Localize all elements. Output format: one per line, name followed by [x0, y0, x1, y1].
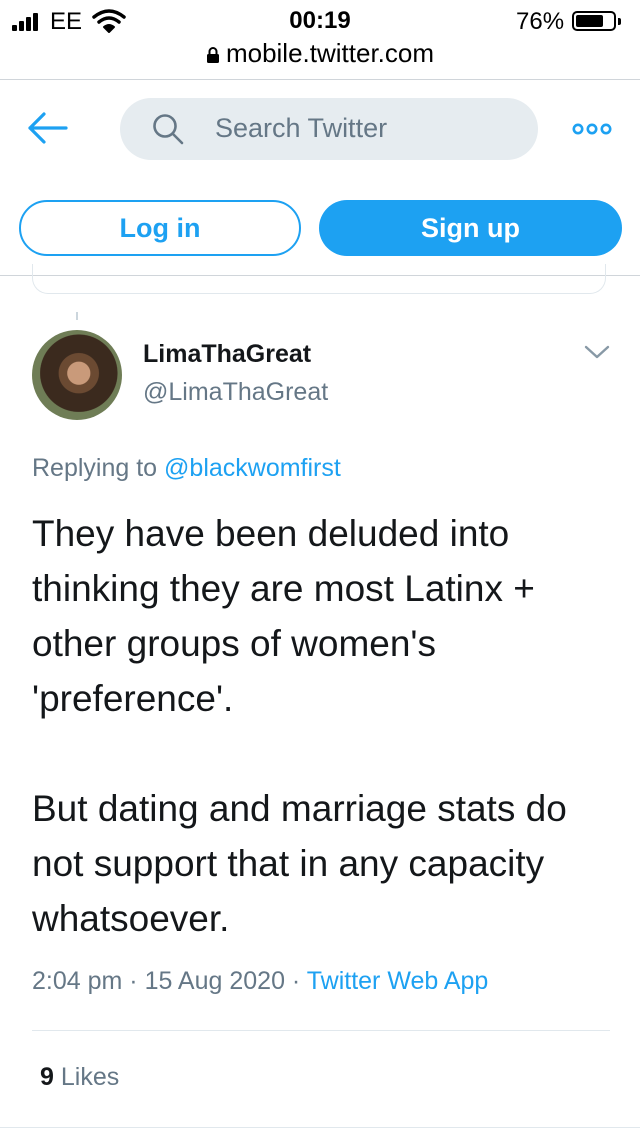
replying-to: Replying to @blackwomfirst	[32, 454, 341, 483]
status-bar: EE 00:19 76%	[0, 0, 640, 40]
bottom-divider	[0, 1127, 640, 1128]
battery-percent: 76%	[516, 8, 565, 35]
arrow-left-icon[interactable]	[26, 110, 70, 146]
likes-number: 9	[40, 1063, 54, 1091]
meta-divider	[32, 1030, 610, 1031]
likes-label: Likes	[60, 1063, 120, 1091]
replying-to-prefix: Replying to	[32, 454, 158, 482]
more-dots-icon[interactable]	[572, 121, 612, 137]
tweet-date[interactable]: 15 Aug 2020	[145, 967, 285, 995]
url-bar[interactable]: mobile.twitter.com	[0, 38, 640, 69]
lock-icon	[206, 47, 219, 64]
previous-tweet-card[interactable]	[32, 264, 606, 294]
signup-button[interactable]: Sign up	[319, 200, 622, 256]
search-placeholder: Search Twitter	[215, 113, 388, 143]
tweet-source[interactable]: Twitter Web App	[307, 967, 489, 995]
tweet-time[interactable]: 2:04 pm	[32, 967, 122, 995]
thread-connector	[76, 312, 78, 320]
tweet-meta: 2:04 pm · 15 Aug 2020 · Twitter Web App	[32, 967, 489, 995]
browser-divider	[0, 79, 640, 80]
mention-link[interactable]: @blackwomfirst	[164, 454, 341, 482]
battery-icon	[572, 11, 621, 31]
likes-count[interactable]: 9 Likes	[40, 1063, 119, 1092]
user-handle[interactable]: @LimaThaGreat	[143, 378, 328, 407]
chevron-down-icon[interactable]	[584, 344, 610, 360]
search-icon	[153, 114, 184, 145]
login-button[interactable]: Log in	[19, 200, 301, 256]
display-name[interactable]: LimaThaGreat	[143, 340, 311, 369]
url-text: mobile.twitter.com	[225, 38, 435, 68]
tweet-text: They have been deluded into thinking the…	[32, 513, 567, 939]
search-input[interactable]: Search Twitter	[120, 98, 538, 160]
avatar[interactable]	[32, 330, 122, 420]
